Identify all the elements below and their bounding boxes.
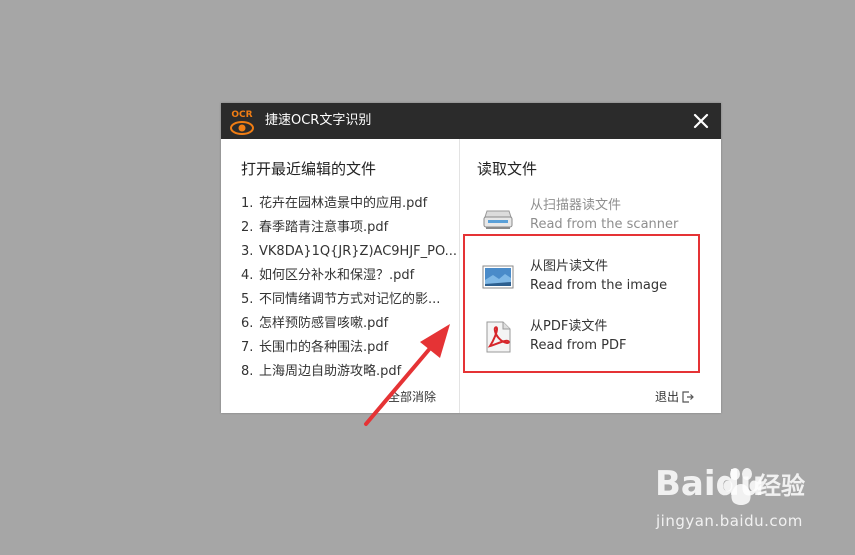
scanner-icon	[483, 210, 513, 229]
close-icon[interactable]	[691, 111, 711, 131]
scanner-label-zh: 从扫描器读文件	[530, 198, 622, 213]
read-file-heading: 读取文件	[477, 160, 538, 178]
watermark-brand: Baidu	[655, 464, 765, 504]
recent-file-item[interactable]: 5. 不同情绪调节方式对记忆的影...	[241, 291, 456, 315]
ocr-logo-icon: OCR	[230, 110, 254, 135]
recent-file-item[interactable]: 2. 春季踏青注意事项.pdf	[241, 219, 456, 243]
exit-label: 退出	[655, 390, 680, 404]
recent-files-heading: 打开最近编辑的文件	[241, 160, 377, 178]
recent-file-item[interactable]: 3. VK8DA}1Q{JR}Z)AC9HJF_PO...	[241, 243, 456, 267]
watermark-url: jingyan.baidu.com	[656, 512, 803, 530]
exit-button[interactable]: 退出	[655, 389, 694, 405]
recent-file-item[interactable]: 4. 如何区分补水和保湿？.pdf	[241, 267, 456, 291]
window-title: 捷速OCR文字识别	[265, 113, 372, 128]
watermark-brand-cn: 经验	[757, 472, 805, 500]
highlight-annotation-box	[463, 234, 700, 373]
read-from-scanner-button[interactable]: 从扫描器读文件 Read from the scanner	[481, 197, 706, 239]
exit-icon	[682, 391, 694, 403]
title-bar[interactable]: OCR 捷速OCR文字识别	[221, 103, 721, 139]
scanner-label-en: Read from the scanner	[530, 217, 679, 232]
annotation-arrow-icon	[364, 324, 450, 426]
baidu-jingyan-watermark: Baidu 经验 jingyan.baidu.com	[655, 462, 815, 537]
svg-text:OCR: OCR	[231, 110, 252, 120]
recent-file-item[interactable]: 1. 花卉在园林造景中的应用.pdf	[241, 195, 456, 219]
